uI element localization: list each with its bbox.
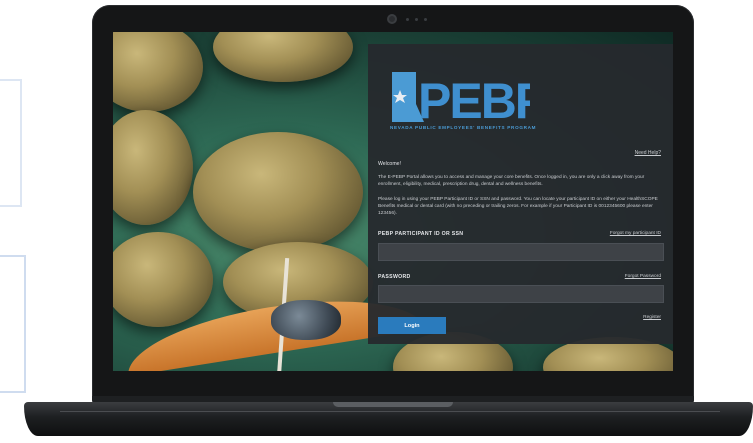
base-edge <box>60 411 720 412</box>
instructions-text: Please log in using your PEBP Participan… <box>378 197 658 216</box>
decorative-frame <box>0 255 26 393</box>
indicator-dot <box>406 18 409 21</box>
register-link[interactable]: Register <box>643 315 661 320</box>
indicator-dot <box>415 18 418 21</box>
password-label: PASSWORD <box>378 274 411 280</box>
need-help-link[interactable]: Need Help? <box>635 150 661 156</box>
logo-letters: PEBP <box>418 73 530 126</box>
laptop-screen: PEBP NEVADA PUBLIC EMPLOYEES' BENEFITS P… <box>113 32 673 371</box>
login-button[interactable]: Login <box>378 317 446 334</box>
laptop-base <box>24 402 753 436</box>
intro-text: The E-PEBP Portal allows you to access a… <box>378 175 645 187</box>
forgot-participant-id-link[interactable]: Forgot my participant ID <box>610 231 661 236</box>
webcam-icon <box>387 14 397 24</box>
trackpad-notch <box>333 402 453 407</box>
indicator-dot <box>424 18 427 21</box>
forgot-password-link[interactable]: Forgot Password <box>625 274 661 279</box>
participant-id-input[interactable] <box>378 243 664 261</box>
decorative-frame <box>0 79 22 207</box>
kayaker-image <box>271 300 341 340</box>
password-input[interactable] <box>378 285 664 303</box>
rock-image <box>193 132 363 252</box>
pebp-logo: PEBP <box>392 72 530 126</box>
welcome-heading: Welcome! <box>378 161 401 167</box>
login-panel: PEBP NEVADA PUBLIC EMPLOYEES' BENEFITS P… <box>368 44 673 344</box>
participant-id-label: PEBP PARTICIPANT ID OR SSN <box>378 231 464 237</box>
page: PEBP NEVADA PUBLIC EMPLOYEES' BENEFITS P… <box>0 0 753 443</box>
logo-tagline: NEVADA PUBLIC EMPLOYEES' BENEFITS PROGRA… <box>390 125 537 130</box>
